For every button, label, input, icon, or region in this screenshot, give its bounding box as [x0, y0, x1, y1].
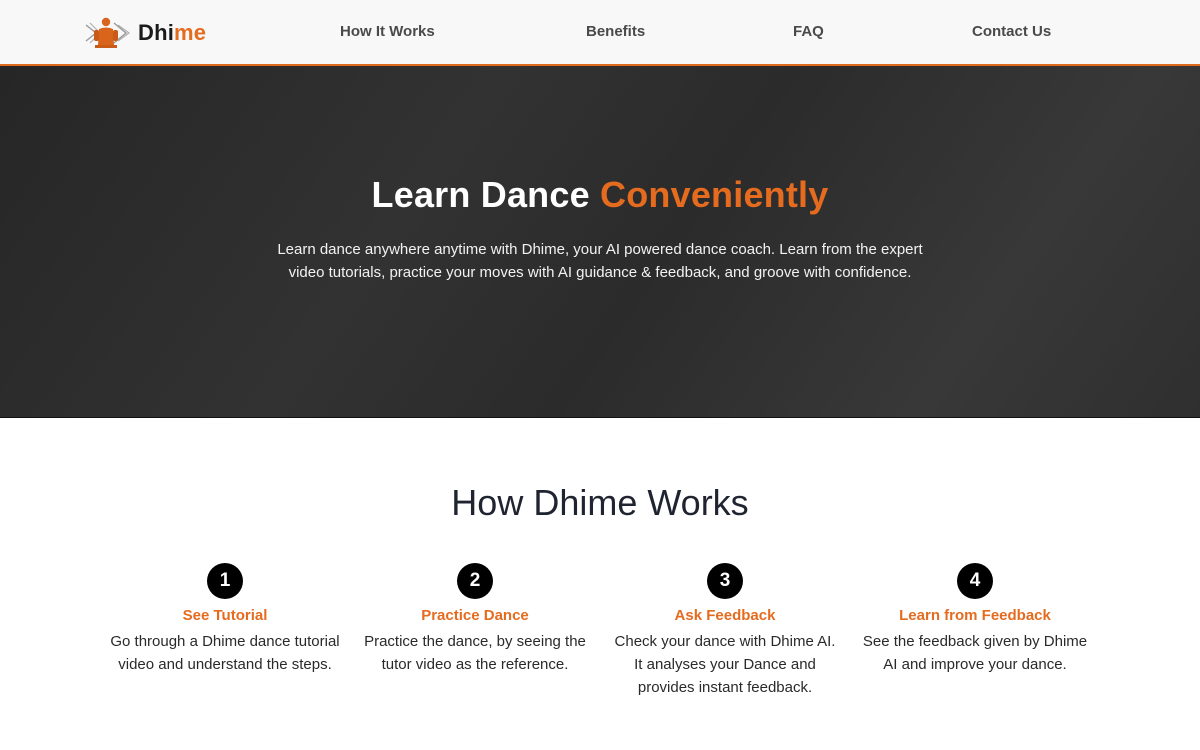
- brand-name-part1: Dhi: [138, 20, 175, 45]
- nav-benefits[interactable]: Benefits: [586, 23, 645, 40]
- nav-contact-us[interactable]: Contact Us: [972, 23, 1051, 40]
- step-description: See the feedback given by Dhime AI and i…: [862, 633, 1088, 673]
- hero-section: Learn Dance Conveniently Learn dance any…: [0, 66, 1200, 418]
- brand-home-link[interactable]: Dhime: [84, 15, 206, 51]
- hero-title: Learn Dance Conveniently: [0, 174, 1200, 216]
- step-number-badge: 4: [957, 563, 993, 599]
- hero-title-main: Learn Dance: [371, 174, 601, 215]
- nav-how-it-works[interactable]: How It Works: [340, 23, 435, 40]
- brand-name-part2: me: [174, 20, 207, 45]
- how-it-works-title: How Dhime Works: [451, 482, 749, 523]
- brand-name: Dhime: [138, 20, 206, 46]
- step-number-badge: 1: [207, 563, 243, 599]
- nav-faq[interactable]: FAQ: [793, 23, 824, 40]
- step-number-badge: 2: [457, 563, 493, 599]
- step-description: Go through a Dhime dance tutorial video …: [110, 633, 340, 673]
- step-card: 1 See Tutorial Go through a Dhime dance …: [100, 563, 350, 676]
- step-description: Practice the dance, by seeing the tutor …: [364, 633, 586, 673]
- dancer-logo-icon: [85, 17, 130, 48]
- hero-description: Learn dance anywhere anytime with Dhime,…: [277, 241, 923, 281]
- step-title: Practice Dance: [421, 607, 529, 624]
- step-number-badge: 3: [707, 563, 743, 599]
- hero-title-accent: Conveniently: [600, 174, 829, 215]
- step-title: See Tutorial: [182, 607, 268, 624]
- step-card: 4 Learn from Feedback See the feedback g…: [850, 563, 1100, 676]
- step-card: 3 Ask Feedback Check your dance with Dhi…: [600, 563, 850, 699]
- step-card: 2 Practice Dance Practice the dance, by …: [350, 563, 600, 676]
- top-navbar: Dhime How It Works Benefits FAQ Contact …: [0, 0, 1200, 66]
- step-description: Check your dance with Dhime AI. It analy…: [614, 633, 836, 696]
- step-title: Learn from Feedback: [899, 607, 1051, 624]
- step-title: Ask Feedback: [674, 607, 776, 624]
